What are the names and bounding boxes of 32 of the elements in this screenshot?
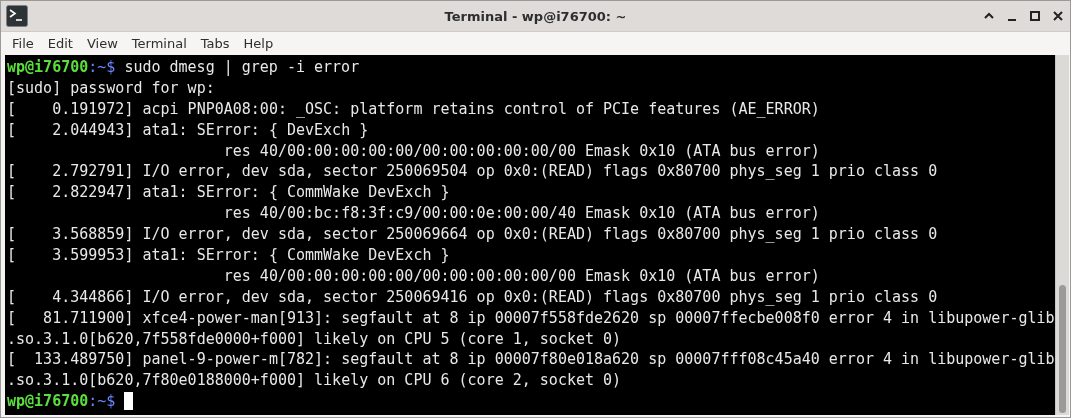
output-line: res 40/00:00:00:00:00/00:00:00:00:00/00 Emask 0x10 (ATA bus error): [222, 266, 820, 285]
close-icon[interactable]: [1052, 10, 1064, 22]
output-line: [ 4.344866] I/O error, dev sda, sector 250069416 op 0x0:(READ) flags 0x80700 phys_seg 1 prio class 0: [7, 287, 938, 306]
output-line: res 40/00:bc:f8:3f:c9/00:00:0e:00:00/40 Emask 0x10 (ATA bus error): [222, 204, 820, 223]
output-line: .so.3.1.0[b620,7f558fde0000+f000] likely on CPU 5 (core 1, socket 0): [7, 329, 622, 348]
output-line: .so.3.1.0[b620,7f80e0188000+f000] likely on CPU 6 (core 2, socket 0): [7, 371, 622, 390]
menu-item[interactable]: Terminal: [124, 35, 194, 51]
terminal-icon: [6, 5, 28, 27]
menu-item[interactable]: Help: [236, 35, 281, 51]
prompt-user-host: wp@i76700: [7, 58, 89, 76]
maximize-icon[interactable]: [1029, 10, 1041, 22]
menu-item[interactable]: View: [79, 35, 125, 51]
output-line: [sudo] password for wp:: [7, 78, 215, 97]
output-line: [ 0.191972] acpi PNP0A08:00: _OSC: platform retains control of PCIe features (AE_ERROR): [7, 99, 820, 118]
output-line: [ 2.792791] I/O error, dev sda, sector 250069504 op 0x0:(READ) flags 0x80700 phys_seg 1 prio class 0: [7, 162, 938, 181]
output-line: [ 2.822947] ata1: SError: { CommWake DevExch }: [7, 183, 450, 202]
window-title: Terminal - wp@i76700: ~: [444, 8, 627, 24]
output-line: [ 2.044943] ata1: SError: { DevExch }: [7, 120, 369, 139]
scrollbar-thumb[interactable]: [1058, 285, 1066, 413]
prompt-user-host: wp@i76700: [7, 392, 89, 411]
menu-item[interactable]: Tabs: [193, 35, 237, 51]
command-text: sudo dmesg | grep -i error: [124, 58, 360, 76]
output-line: [ 81.711900] xfce4-power-man[913]: segfault at 8 ip 00007f558fde2620 sp 00007ffecbe008f0 error 4 in libupower-glib: [7, 308, 1055, 327]
output-line: [ 3.568859] I/O error, dev sda, sector 250069664 op 0x0:(READ) flags 0x80700 phys_seg 1 prio class 0: [7, 225, 938, 244]
output-line: [ 133.489750] panel-9-power-m[782]: segfault at 8 ip 00007f80e018a620 sp 00007fff08c45a40 error 4 in libupower-glib: [7, 350, 1055, 369]
menu-item[interactable]: File: [5, 35, 41, 51]
output-line: [ 3.599953] ata1: SError: { CommWake DevExch }: [7, 246, 450, 264]
scrollbar[interactable]: [1054, 55, 1069, 415]
output-line: res 40/00:00:00:00:00/00:00:00:00:00/00 Emask 0x10 (ATA bus error): [222, 141, 820, 160]
prompt-path: :~$: [88, 58, 116, 76]
menu-item[interactable]: Edit: [40, 35, 80, 51]
prompt-path: :~$: [88, 392, 116, 411]
